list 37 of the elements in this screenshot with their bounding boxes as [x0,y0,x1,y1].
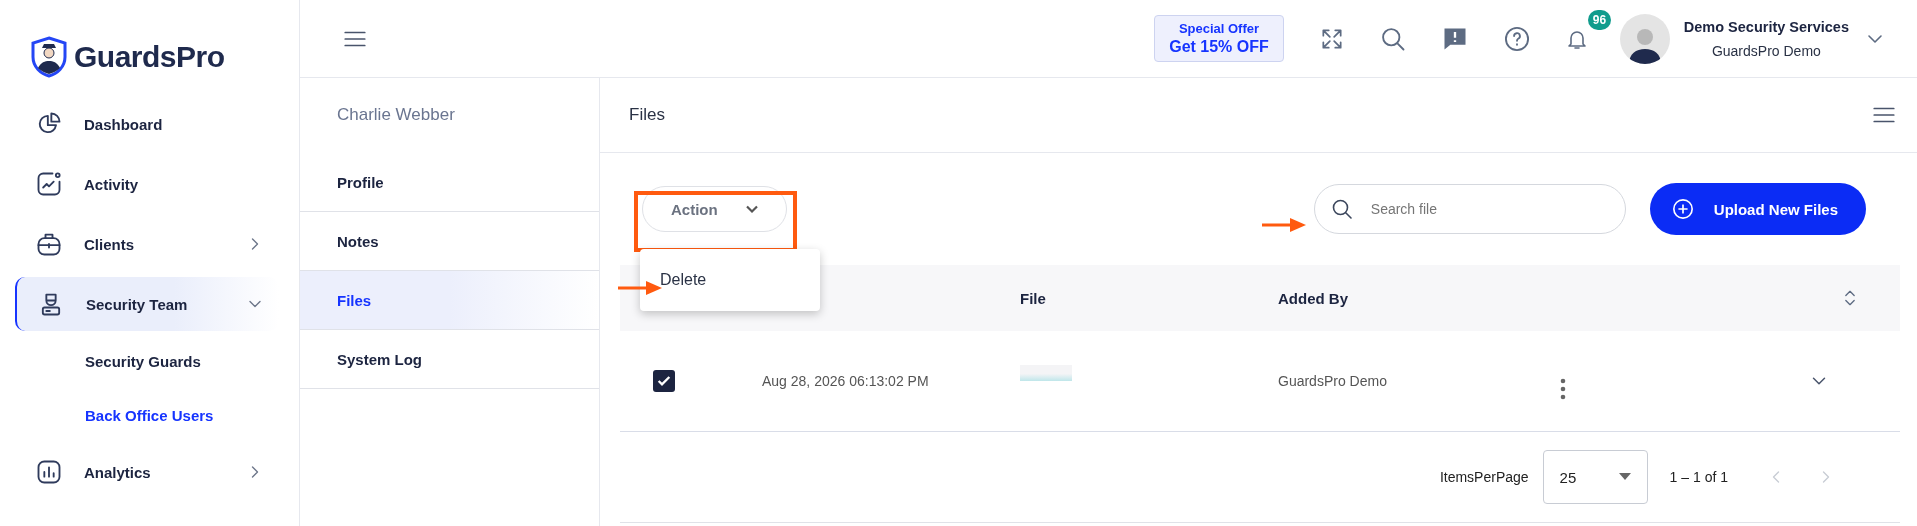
menu-item[interactable]: Delete [640,257,820,303]
plus-circle-icon [1671,198,1694,220]
logo-text: GuardsPro [74,40,225,74]
upload-button[interactable]: Upload New Files [1649,183,1866,235]
sidebar-item[interactable]: Dashboard [15,97,279,151]
bar-chart-icon [35,458,63,486]
sidebar-subitem[interactable]: Security Guards [0,334,299,388]
shield-logo-icon [30,36,68,78]
dropdown-triangle-icon [1618,473,1631,481]
page-range: 1 – 1 of 1 [1669,469,1728,485]
profile-tab[interactable]: Profile [300,153,599,212]
arrow-icon [1262,217,1306,233]
user-name: Demo Security Services [1683,18,1849,35]
search-field[interactable]: Search file [1313,184,1626,234]
page-size-select[interactable]: 25 [1542,450,1648,504]
sidebar-item[interactable]: Activity [15,157,279,211]
sidebar-item[interactable]: Clients [15,217,279,271]
action-dropdown[interactable]: Action [642,186,787,232]
table-cell-text: Aug 28, 2026 06:13:02 PM [762,373,930,389]
checkbox[interactable] [653,370,675,392]
column-header: Added By [1278,289,1349,307]
special-offer-button[interactable]: Special Offer Get 15% OFF [1154,15,1284,62]
column-header: File [1020,289,1047,307]
items-per-page-label: ItemsPerPage [1439,469,1529,485]
panel-title: Files [629,105,666,125]
company-name: GuardsPro Demo [1710,42,1822,59]
profile-tab[interactable]: Files [300,271,599,330]
trend-chart-icon [35,170,63,198]
help-icon[interactable] [1502,24,1531,53]
notification-badge: 96 [1587,9,1612,30]
file-thumbnail [1020,365,1072,381]
profile-name: Charlie Webber [300,78,599,153]
arrow-icon [618,280,662,296]
sidebar-item[interactable]: Analytics [15,445,279,499]
profile-tab[interactable]: System Log [300,330,599,389]
table-cell-text: GuardsPro Demo [1278,373,1388,389]
sidebar-subitem[interactable]: Back Office Users [0,388,299,442]
